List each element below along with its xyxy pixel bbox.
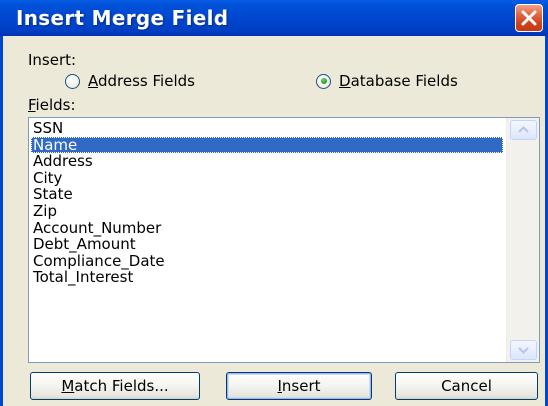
list-item[interactable]: Zip <box>31 203 503 220</box>
list-item[interactable]: Address <box>31 153 503 170</box>
insert-label: Insert: <box>28 51 77 69</box>
cancel-button[interactable]: Cancel <box>395 372 538 400</box>
list-item[interactable]: Account_Number <box>31 219 503 237</box>
list-item-selected[interactable]: Name <box>31 136 503 154</box>
scroll-up-button[interactable] <box>510 120 537 140</box>
fields-listbox[interactable]: SSN Name Address City State Zip Account_… <box>28 117 540 363</box>
address-fields-radio-button[interactable] <box>65 73 80 89</box>
database-fields-label: Database Fields <box>339 72 458 90</box>
address-fields-label: Address Fields <box>88 72 195 90</box>
chevron-up-icon <box>518 126 529 133</box>
insert-merge-field-dialog: Insert Merge Field Insert: Address Field… <box>0 0 548 406</box>
close-button[interactable] <box>515 4 543 32</box>
list-item[interactable]: Compliance_Date <box>31 253 503 270</box>
scroll-down-button[interactable] <box>510 340 537 360</box>
list-item[interactable]: SSN <box>31 120 503 137</box>
dialog-title: Insert Merge Field <box>16 6 229 30</box>
database-fields-radio-button[interactable] <box>316 73 331 89</box>
fields-label: Fields: <box>28 96 76 114</box>
title-bar[interactable]: Insert Merge Field <box>0 0 548 36</box>
radio-selected-dot <box>320 78 327 84</box>
list-item[interactable]: State <box>31 186 503 203</box>
address-fields-radio[interactable]: Address Fields <box>65 72 195 90</box>
match-fields-button[interactable]: Match Fields... <box>30 372 200 400</box>
list-item[interactable]: City <box>31 170 503 187</box>
list-item[interactable]: Debt_Amount <box>31 236 503 253</box>
list-item[interactable]: Total_Interest <box>31 269 503 286</box>
insert-button[interactable]: Insert <box>226 372 372 400</box>
database-fields-radio[interactable]: Database Fields <box>316 72 458 90</box>
close-icon <box>521 10 537 26</box>
fields-list: SSN Name Address City State Zip Account_… <box>31 120 503 286</box>
vertical-scrollbar[interactable] <box>506 118 539 362</box>
chevron-down-icon <box>518 347 529 354</box>
